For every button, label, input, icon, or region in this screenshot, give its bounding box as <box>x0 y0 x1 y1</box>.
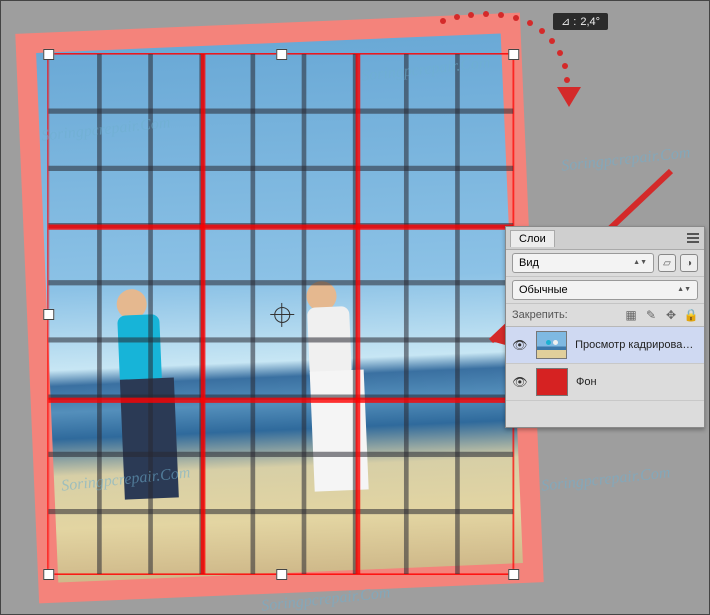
editor-stage: ⊿ : 2,4° Soringpcrepair.Com Soringpcrepai… <box>0 0 710 615</box>
visibility-eye-icon[interactable]: 👁 <box>512 338 528 352</box>
figure-runner-man <box>116 288 179 500</box>
watermark: Soringpcrepair.Com <box>540 464 671 495</box>
layer-row-crop-preview[interactable]: 👁 Просмотр кадрирования <box>506 327 704 364</box>
stepper-icon: ▲▼ <box>633 260 647 266</box>
panel-view-row: Вид ▲▼ ▱ ◑ <box>506 250 704 277</box>
stepper-icon: ▲▼ <box>677 287 691 293</box>
canvas-area[interactable] <box>15 13 543 604</box>
angle-icon: ⊿ : <box>561 15 576 28</box>
rotation-angle-tooltip: ⊿ : 2,4° <box>553 13 608 30</box>
photo-content <box>36 33 523 582</box>
angle-value: 2,4° <box>580 16 600 28</box>
layer-row-background[interactable]: 👁 Фон <box>506 364 704 401</box>
lock-label: Закрепить: <box>512 309 568 321</box>
layer-list: 👁 Просмотр кадрирования 👁 Фон <box>506 327 704 427</box>
layer-thumbnail[interactable] <box>536 368 568 396</box>
layers-panel: Слои Вид ▲▼ ▱ ◑ Обычные ▲▼ Закрепить: ▦ … <box>505 226 705 428</box>
lock-paint-icon[interactable]: ✎ <box>644 308 658 322</box>
panel-blend-row: Обычные ▲▼ <box>506 277 704 304</box>
watermark: Soringpcrepair.Com <box>560 144 691 175</box>
figure-runner-woman <box>306 280 369 492</box>
tab-layers[interactable]: Слои <box>510 230 555 247</box>
visibility-eye-icon[interactable]: 👁 <box>512 375 528 389</box>
view-select[interactable]: Вид ▲▼ <box>512 253 654 273</box>
lock-all-icon[interactable]: 🔒 <box>684 308 698 322</box>
blend-mode-select[interactable]: Обычные ▲▼ <box>512 280 698 300</box>
mask-icon[interactable]: ◑ <box>680 254 698 272</box>
panel-menu-icon[interactable] <box>686 232 700 244</box>
panel-tab-row: Слои <box>506 227 704 250</box>
view-select-label: Вид <box>519 257 539 269</box>
filter-icon[interactable]: ▱ <box>658 254 676 272</box>
lock-row: Закрепить: ▦ ✎ ✥ 🔒 <box>506 304 704 327</box>
layer-name[interactable]: Фон <box>576 376 597 388</box>
layer-name[interactable]: Просмотр кадрирования <box>575 339 698 351</box>
lock-move-icon[interactable]: ✥ <box>664 308 678 322</box>
lock-transparency-icon[interactable]: ▦ <box>624 308 638 322</box>
blend-mode-label: Обычные <box>519 284 568 296</box>
layer-thumbnail[interactable] <box>536 331 567 359</box>
